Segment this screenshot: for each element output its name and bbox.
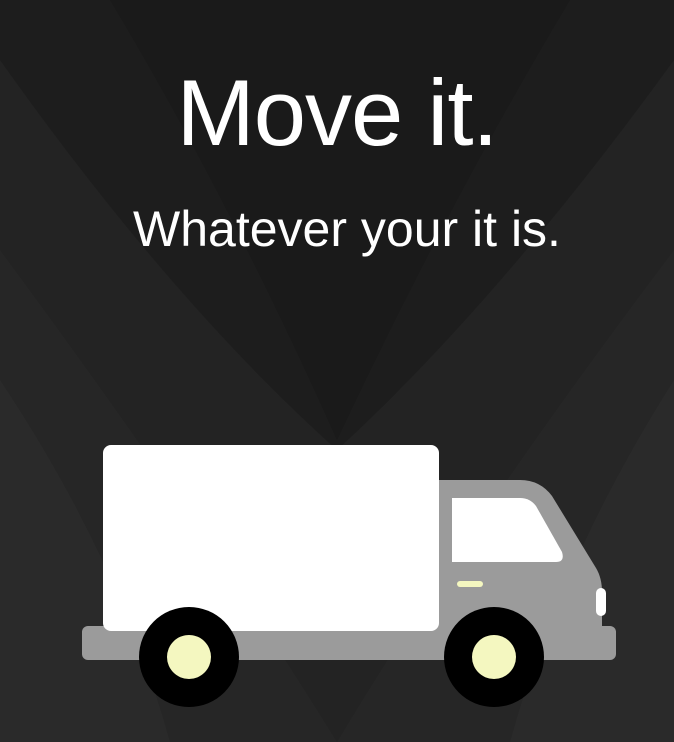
headlight — [596, 588, 606, 616]
rear-wheel-hub — [167, 635, 211, 679]
door-handle — [457, 581, 483, 587]
front-wheel-hub — [472, 635, 516, 679]
truck-cargo-box — [103, 445, 439, 631]
moving-truck-icon — [82, 445, 616, 707]
onboarding-screen: Move it. Whatever your it is. — [0, 0, 674, 742]
